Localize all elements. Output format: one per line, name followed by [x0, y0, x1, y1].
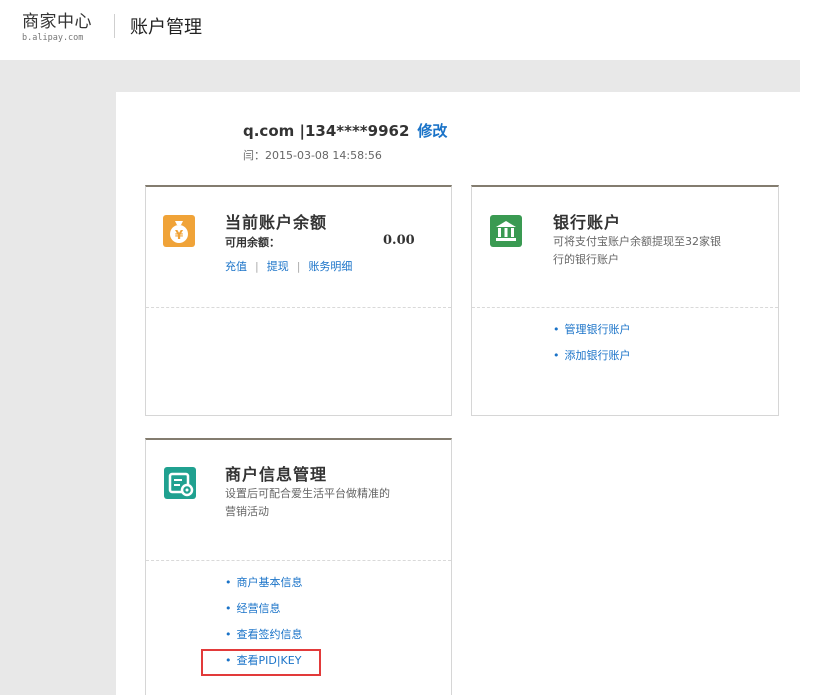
logo-subtitle: b.alipay.com: [22, 33, 84, 43]
bank-description: 可将支付宝账户余额提现至32家银 行的银行账户: [553, 233, 721, 269]
card-divider: [146, 560, 451, 561]
manage-bank-link[interactable]: 管理银行账户: [565, 323, 631, 336]
money-bag-icon: ¥: [163, 215, 195, 247]
link-separator: |: [255, 260, 259, 273]
bullet: •: [553, 323, 560, 336]
list-item[interactable]: • 经营信息: [225, 596, 303, 622]
header-divider: [114, 14, 115, 38]
bank-desc-line1: 可将支付宝账户余额提现至32家银: [553, 235, 721, 248]
withdraw-link[interactable]: 提现: [267, 260, 289, 273]
top-header: 商家中心 b.alipay.com 账户管理: [0, 0, 834, 60]
business-info-link[interactable]: 经营信息: [237, 602, 281, 615]
add-bank-link[interactable]: 添加银行账户: [565, 349, 631, 362]
page-title: 账户管理: [130, 17, 202, 38]
bullet: •: [553, 349, 560, 362]
svg-text:¥: ¥: [175, 228, 184, 242]
last-login-time: 闫：2015-03-08 14:58:56: [243, 149, 382, 162]
link-separator: |: [296, 260, 301, 273]
bullet: •: [225, 576, 232, 589]
logo-title: 商家中心: [22, 12, 92, 32]
bank-desc-line2: 行的银行账户: [553, 253, 619, 266]
available-label: 可用余额：: [225, 236, 280, 249]
balance-title: 当前账户余额: [225, 213, 328, 232]
merchant-desc-line1: 设置后可配合爱生活平台做精准的: [225, 487, 390, 500]
account-id: q.com |134****9962: [243, 122, 410, 140]
bullet: •: [225, 602, 232, 615]
merchant-desc-line2: 营销活动: [225, 505, 269, 518]
bank-icon: [490, 215, 522, 247]
edit-link[interactable]: 修改: [417, 122, 447, 140]
merchant-title: 商户信息管理: [225, 465, 328, 484]
merchant-settings-icon: [164, 467, 196, 499]
recharge-link[interactable]: 充值: [225, 260, 247, 273]
list-item[interactable]: • 添加银行账户: [553, 343, 631, 369]
card-divider: [146, 307, 451, 308]
bank-links: • 管理银行账户 • 添加银行账户: [553, 317, 631, 369]
statement-link[interactable]: 账务明细: [308, 260, 352, 273]
merchant-description: 设置后可配合爱生活平台做精准的 营销活动: [225, 485, 390, 521]
bullet: •: [225, 628, 232, 641]
right-edge: [800, 60, 834, 695]
account-info: q.com |134****9962 修改: [243, 120, 447, 141]
pid-key-highlight-box: [201, 649, 321, 676]
card-divider: [472, 307, 778, 308]
list-item[interactable]: • 商户基本信息: [225, 570, 303, 596]
contract-info-link[interactable]: 查看签约信息: [237, 628, 303, 641]
list-item[interactable]: • 查看签约信息: [225, 622, 303, 648]
available-value: 0.00: [383, 233, 415, 248]
logo[interactable]: 商家中心 b.alipay.com: [22, 13, 92, 43]
merchant-basic-info-link[interactable]: 商户基本信息: [237, 576, 303, 589]
bank-title: 银行账户: [553, 213, 622, 232]
balance-links: 充值 | 提现 | 账务明细: [225, 255, 352, 274]
list-item[interactable]: • 管理银行账户: [553, 317, 631, 343]
